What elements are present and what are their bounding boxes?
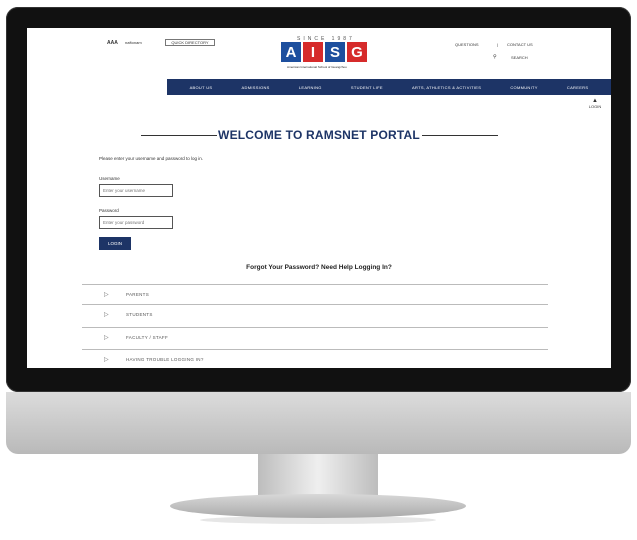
login-instructions: Please enter your username and password … (99, 156, 204, 161)
browser-screen: AAA naftonam QUICK DIRECTORY SINCE 1987 … (27, 28, 611, 368)
logo-letter-i: I (303, 42, 323, 62)
page-heading: WELCOME TO RAMSNET PORTAL (27, 128, 611, 142)
contact-us-link[interactable]: CONTACT US (507, 42, 533, 47)
password-label: Password (99, 208, 119, 213)
accreditation-logo[interactable]: AAA (107, 40, 118, 46)
username-label: Username (99, 176, 120, 181)
questions-link[interactable]: QUESTIONS (455, 42, 479, 47)
accordion-item-trouble-logging-in[interactable]: ▷ HAVING TROUBLE LOGGING IN? (82, 349, 548, 368)
logo-letter-g: G (347, 42, 367, 62)
main-navigation: ABOUT US ADMISSIONS LEARNING STUDENT LIF… (167, 79, 611, 95)
password-input[interactable] (99, 216, 173, 229)
accordion-item-parents[interactable]: ▷ PARENTS (82, 284, 548, 304)
site-header: AAA naftonam QUICK DIRECTORY SINCE 1987 … (27, 28, 611, 78)
search-link[interactable]: SEARCH (511, 55, 528, 60)
accordion-label: HAVING TROUBLE LOGGING IN? (126, 357, 204, 362)
heading-rule-right (422, 135, 498, 136)
nav-item-careers[interactable]: CAREERS (567, 85, 588, 90)
accordion-label: FACULTY / STAFF (126, 335, 169, 340)
nav-item-admissions[interactable]: ADMISSIONS (242, 85, 270, 90)
monitor-chin (6, 392, 631, 454)
nav-item-arts-athletics[interactable]: ARTS, ATHLETICS & ACTIVITIES (412, 85, 481, 90)
chevron-right-icon: ▷ (104, 357, 109, 363)
accordion-label: STUDENTS (126, 312, 153, 317)
partner-logo[interactable]: naftonam (125, 40, 142, 45)
quick-directory-button[interactable]: QUICK DIRECTORY (165, 39, 215, 46)
chevron-right-icon: ▷ (104, 312, 109, 318)
nav-item-student-life[interactable]: STUDENT LIFE (351, 85, 383, 90)
header-login-link[interactable]: ▲ LOGIN (585, 98, 605, 109)
page-title: WELCOME TO RAMSNET PORTAL (218, 128, 420, 142)
monitor-stand-base (170, 494, 466, 518)
logo-letter-s: S (325, 42, 345, 62)
accordion-label: PARENTS (126, 292, 150, 297)
login-link-label: LOGIN (588, 104, 602, 109)
login-button[interactable]: LOGIN (99, 237, 131, 250)
chevron-right-icon: ▷ (104, 292, 109, 298)
accordion-item-students[interactable]: ▷ STUDENTS (82, 304, 548, 324)
accordion-item-faculty-staff[interactable]: ▷ FACULTY / STAFF (82, 327, 548, 347)
logo-letter-a: A (281, 42, 301, 62)
logo-tagline: American International School of Guangzh… (287, 65, 347, 69)
search-icon[interactable]: ⚲ (493, 54, 497, 60)
link-separator: | (497, 42, 499, 47)
monitor-stand-neck (258, 454, 378, 498)
school-logo[interactable]: SINCE 1987 A I S G American Internationa… (279, 36, 367, 74)
nav-item-learning[interactable]: LEARNING (299, 85, 322, 90)
chevron-right-icon: ▷ (104, 335, 109, 341)
forgot-password-heading: Forgot Your Password? Need Help Logging … (246, 264, 392, 271)
username-input[interactable] (99, 184, 173, 197)
nav-item-community[interactable]: COMMUNITY (510, 85, 537, 90)
nav-item-about-us[interactable]: ABOUT US (190, 85, 213, 90)
